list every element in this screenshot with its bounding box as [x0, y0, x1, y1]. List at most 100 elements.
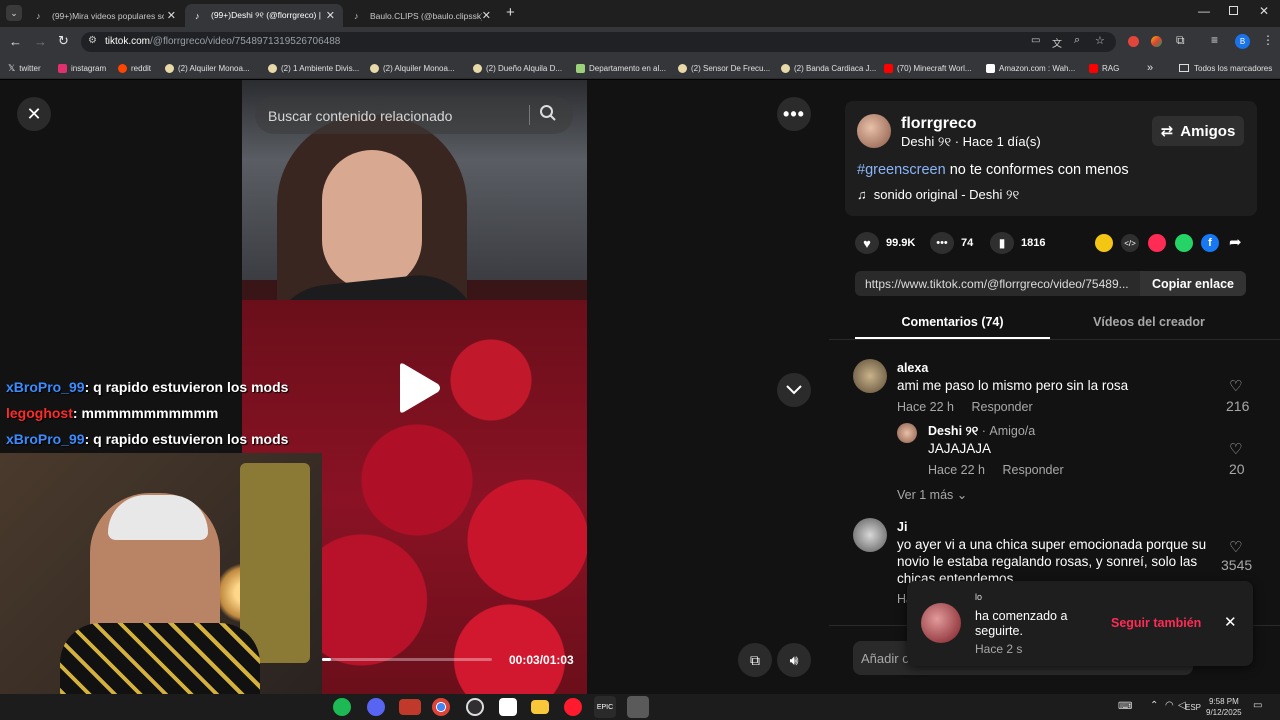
tab-search-button[interactable]: ⌄ — [6, 5, 22, 21]
new-tab-button[interactable]: + — [506, 4, 515, 21]
embed-icon[interactable]: </> — [1121, 234, 1139, 252]
notification-avatar[interactable] — [921, 603, 961, 643]
clock-time[interactable]: 9:58 PM — [1209, 697, 1239, 706]
bookmark-item[interactable]: RAG — [1089, 61, 1119, 75]
cast-icon[interactable]: ▭ — [1031, 35, 1040, 46]
comment-button[interactable]: ••• 74 — [930, 232, 973, 254]
restore-icon[interactable] — [1229, 6, 1238, 15]
commenter-name[interactable]: Deshi ୨୧ — [928, 424, 978, 438]
minimize-icon[interactable]: — — [1198, 4, 1210, 18]
close-tab-icon[interactable]: ✕ — [326, 9, 335, 22]
author-username[interactable]: florrgreco — [901, 115, 977, 133]
bookmark-item[interactable]: instagram — [58, 61, 106, 75]
app-icon[interactable] — [399, 699, 421, 715]
author-avatar[interactable] — [857, 114, 891, 148]
bookmark-item[interactable]: 𝕏twitter — [8, 61, 41, 75]
zoom-icon[interactable]: ⌕ — [1074, 34, 1080, 47]
wifi-icon[interactable]: ◠ — [1165, 700, 1174, 711]
obs-icon[interactable] — [466, 698, 484, 716]
facebook-icon[interactable]: f — [1201, 234, 1219, 252]
sound-link[interactable]: ♫ sonido original - Deshi ୨୧ — [857, 187, 1019, 203]
send-icon[interactable] — [1148, 234, 1166, 252]
tab-creator-videos[interactable]: Vídeos del creador — [1050, 315, 1248, 329]
all-bookmarks-folder[interactable]: Todos los marcadores — [1179, 61, 1272, 75]
save-button[interactable]: ▮ 1816 — [990, 232, 1045, 254]
forward-icon[interactable]: → — [34, 34, 47, 49]
friends-button[interactable]: ⇄ Amigos — [1152, 116, 1244, 146]
reply-button[interactable]: Responder — [1002, 463, 1063, 477]
commenter-name[interactable]: alexa — [897, 361, 928, 375]
site-info-icon[interactable]: ⚙ — [88, 35, 97, 46]
extensions-puzzle-icon[interactable]: ⧉ — [1176, 33, 1185, 48]
more-options-button[interactable]: ••• — [777, 97, 811, 131]
bookmark-star-icon[interactable]: ☆ — [1095, 34, 1105, 47]
share-arrow-icon[interactable]: ➦ — [1229, 233, 1242, 251]
back-icon[interactable]: ← — [9, 34, 22, 49]
bookmark-item[interactable]: (2) Alquiler Monoa... — [370, 61, 455, 75]
discord-icon[interactable] — [367, 698, 385, 716]
clock-date[interactable]: 9/12/2025 — [1206, 708, 1242, 717]
bookmark-item[interactable]: (2) Sensor De Frecu... — [678, 61, 770, 75]
close-window-icon[interactable]: ✕ — [1259, 4, 1269, 18]
copy-link-button[interactable]: Copiar enlace — [1140, 271, 1246, 296]
reply-button[interactable]: Responder — [971, 400, 1032, 414]
extension-icon[interactable] — [1128, 36, 1139, 47]
close-tab-icon[interactable]: ✕ — [167, 9, 176, 22]
close-video-button[interactable]: ✕ — [17, 97, 51, 131]
browser-tab-1[interactable]: ♪ (99+)Mira videos populares sob ✕ — [26, 4, 184, 27]
volume-button[interactable]: 🔊︎ — [777, 643, 811, 677]
opera-icon[interactable] — [564, 698, 582, 716]
bookmark-item[interactable]: Amazon.com : Wah... — [986, 61, 1075, 75]
bookmark-item[interactable]: (70) Minecraft Worl... — [884, 61, 972, 75]
bookmark-item[interactable]: (2) Dueño Alquila D... — [473, 61, 562, 75]
more-bookmarks-icon[interactable]: » — [1147, 61, 1153, 75]
file-explorer-icon[interactable] — [531, 700, 549, 714]
commenter-name[interactable]: Ji — [897, 520, 907, 534]
tab-comments[interactable]: Comentarios (74) — [855, 315, 1050, 329]
commenter-avatar[interactable] — [853, 518, 887, 552]
pip-button[interactable]: ⧉ — [738, 643, 772, 677]
play-icon[interactable] — [396, 362, 442, 414]
related-search-input[interactable]: Buscar contenido relacionado — [268, 108, 452, 124]
notifications-icon[interactable]: ▭ — [1253, 700, 1262, 711]
translate-icon[interactable]: 文 — [1052, 35, 1062, 50]
commenter-avatar[interactable] — [853, 359, 887, 393]
bookmark-item[interactable]: reddit — [118, 61, 151, 75]
browser-menu-icon[interactable]: ⋮ — [1262, 33, 1274, 47]
repost-icon[interactable] — [1095, 234, 1113, 252]
related-search-bar[interactable]: Buscar contenido relacionado — [255, 96, 573, 134]
browser-tab-3[interactable]: ♪ Baulo.CLIPS (@baulo.clipssk) | T ✕ — [344, 4, 499, 27]
next-video-button[interactable] — [777, 373, 811, 407]
bookmark-item[interactable]: (2) Alquiler Monoa... — [165, 61, 250, 75]
spotify-icon[interactable] — [333, 698, 351, 716]
profile-avatar[interactable]: B — [1235, 34, 1250, 49]
comment-like-icon[interactable]: ♡ — [1229, 377, 1242, 395]
follow-back-button[interactable]: Seguir también — [1111, 616, 1201, 630]
bookmark-item[interactable]: (2) Banda Cardiaca J... — [781, 61, 876, 75]
close-tab-icon[interactable]: ✕ — [482, 9, 491, 22]
media-controls-icon[interactable]: ≡ — [1211, 33, 1218, 47]
bookmark-item[interactable]: (2) 1 Ambiente Divis... — [268, 61, 359, 75]
view-more-replies[interactable]: Ver 1 más ⌄ — [897, 487, 967, 502]
commenter-avatar[interactable] — [897, 423, 917, 443]
browser-tab-2[interactable]: ♪ (99+)Deshi ୨୧ (@florrgreco) | T ✕ — [185, 4, 343, 27]
comment-like-icon[interactable]: ♡ — [1229, 538, 1242, 556]
comment-like-icon[interactable]: ♡ — [1229, 440, 1242, 458]
extension-icon[interactable] — [1151, 36, 1162, 47]
video-progress-track[interactable] — [322, 658, 492, 661]
app-icon[interactable] — [499, 698, 517, 716]
tray-chevron-icon[interactable]: ⌃ — [1150, 700, 1158, 711]
address-bar[interactable]: ⚙ tiktok.com/@florrgreco/video/754897131… — [81, 32, 1116, 52]
whatsapp-icon[interactable] — [1175, 234, 1193, 252]
minecraft-icon[interactable] — [627, 696, 649, 718]
epic-games-icon[interactable]: EPIC — [594, 696, 616, 718]
search-icon[interactable] — [539, 104, 557, 122]
close-icon[interactable]: ✕ — [1224, 613, 1237, 631]
language-indicator-visible[interactable]: ESP — [1185, 703, 1201, 712]
reload-icon[interactable]: ↻ — [58, 33, 69, 49]
like-button[interactable]: ♥ 99.9K — [855, 232, 915, 254]
bookmark-item[interactable]: Departamento en al... — [576, 61, 666, 75]
keyboard-icon[interactable]: ⌨ — [1118, 701, 1132, 712]
chrome-icon[interactable] — [432, 698, 450, 716]
hashtag-link[interactable]: #greenscreen — [857, 162, 946, 178]
